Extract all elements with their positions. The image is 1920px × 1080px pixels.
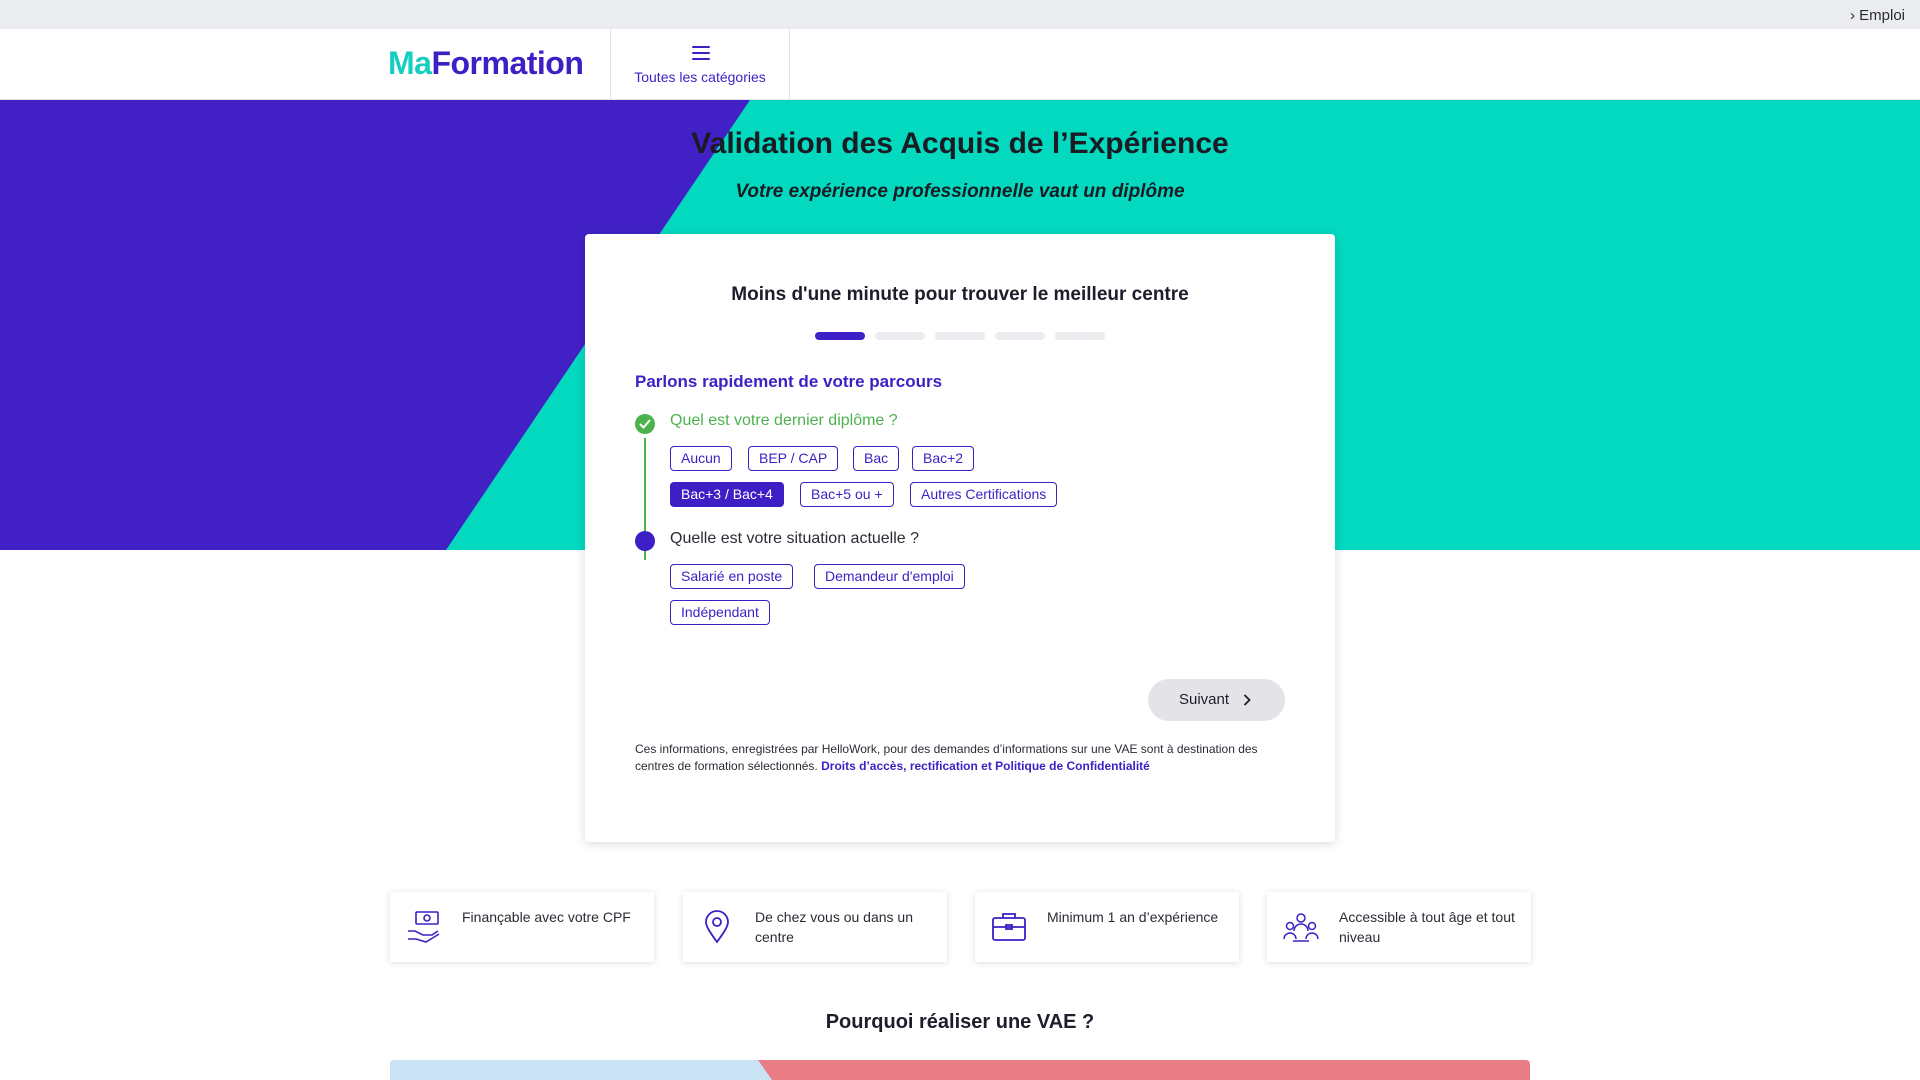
all-categories-button[interactable]: Toutes les catégories xyxy=(610,29,790,100)
progress-step-1 xyxy=(815,332,865,340)
option-bac3-bac4[interactable]: Bac+3 / Bac+4 xyxy=(670,482,784,507)
page-subtitle: Votre expérience professionnelle vaut un… xyxy=(735,181,1185,202)
option-bac2[interactable]: Bac+2 xyxy=(912,446,975,471)
chevron-right-icon xyxy=(1243,694,1251,706)
feature-accessibility-text: Accessible à tout âge et tout niveau xyxy=(1339,909,1515,945)
question-diploma-label: Quel est votre dernier diplôme ? xyxy=(670,412,898,429)
top-strip: › Emploi xyxy=(0,0,1920,29)
feature-location-text: De chez vous ou dans un centre xyxy=(755,909,913,945)
option-bep-cap[interactable]: BEP / CAP xyxy=(748,446,839,471)
current-step-dot-icon xyxy=(635,531,655,551)
next-button[interactable]: Suivant xyxy=(1148,679,1285,721)
progress-step-4 xyxy=(995,332,1045,340)
progress-step-2 xyxy=(875,332,925,340)
hamburger-menu-icon xyxy=(692,46,710,60)
option-demandeur-emploi[interactable]: Demandeur d'emploi xyxy=(814,564,965,589)
progress-step-3 xyxy=(935,332,985,340)
option-salarie-en-poste[interactable]: Salarié en poste xyxy=(670,564,794,589)
emploi-link[interactable]: › Emploi xyxy=(1850,7,1905,24)
illustration-band-shape xyxy=(390,1060,1530,1080)
people-group-icon xyxy=(1283,913,1319,942)
feature-experience-text: Minimum 1 an d’expérience xyxy=(1047,909,1219,925)
option-independant[interactable]: Indépendant xyxy=(670,600,770,625)
why-vae-heading: Pourquoi réaliser une VAE ? xyxy=(825,1011,1095,1033)
site-logo[interactable]: MaFormation xyxy=(388,45,584,82)
option-autres-certifications[interactable]: Autres Certifications xyxy=(910,482,1058,507)
illustration-band xyxy=(390,1060,1530,1080)
progress-step-5 xyxy=(1055,332,1105,340)
option-bac[interactable]: Bac xyxy=(853,446,900,471)
section-title: Parlons rapidement de votre parcours xyxy=(635,372,943,391)
feature-location: De chez vous ou dans un centre xyxy=(683,892,947,962)
feature-cpf-text: Finançable avec votre CPF xyxy=(462,909,631,925)
feature-accessibility: Accessible à tout âge et tout niveau xyxy=(1267,892,1531,962)
orientation-form-card: Moins d'une minute pour trouver le meill… xyxy=(585,234,1335,842)
card-title: Moins d'une minute pour trouver le meill… xyxy=(731,284,1189,305)
page-title: Validation des Acquis de l’Expérience xyxy=(691,127,1229,160)
briefcase-icon xyxy=(992,913,1026,941)
legal-notice: Ces informations, enregistrées par Hello… xyxy=(635,741,1265,775)
privacy-policy-link[interactable]: Droits d’accès, rectification et Politiq… xyxy=(821,759,1150,773)
feature-cpf: Finançable avec votre CPF xyxy=(390,892,654,962)
option-aucun[interactable]: Aucun xyxy=(670,446,732,471)
question-situation-label: Quelle est votre situation actuelle ? xyxy=(670,530,920,547)
feature-experience: Minimum 1 an d’expérience xyxy=(975,892,1239,962)
all-categories-label: Toutes les catégories xyxy=(634,69,766,85)
next-button-label: Suivant xyxy=(1179,691,1230,708)
site-header: MaFormation Toutes les catégories xyxy=(0,29,1920,100)
check-icon xyxy=(635,414,655,434)
money-hand-icon xyxy=(408,911,440,943)
option-bac5[interactable]: Bac+5 ou + xyxy=(800,482,894,507)
location-pin-icon xyxy=(705,910,729,944)
